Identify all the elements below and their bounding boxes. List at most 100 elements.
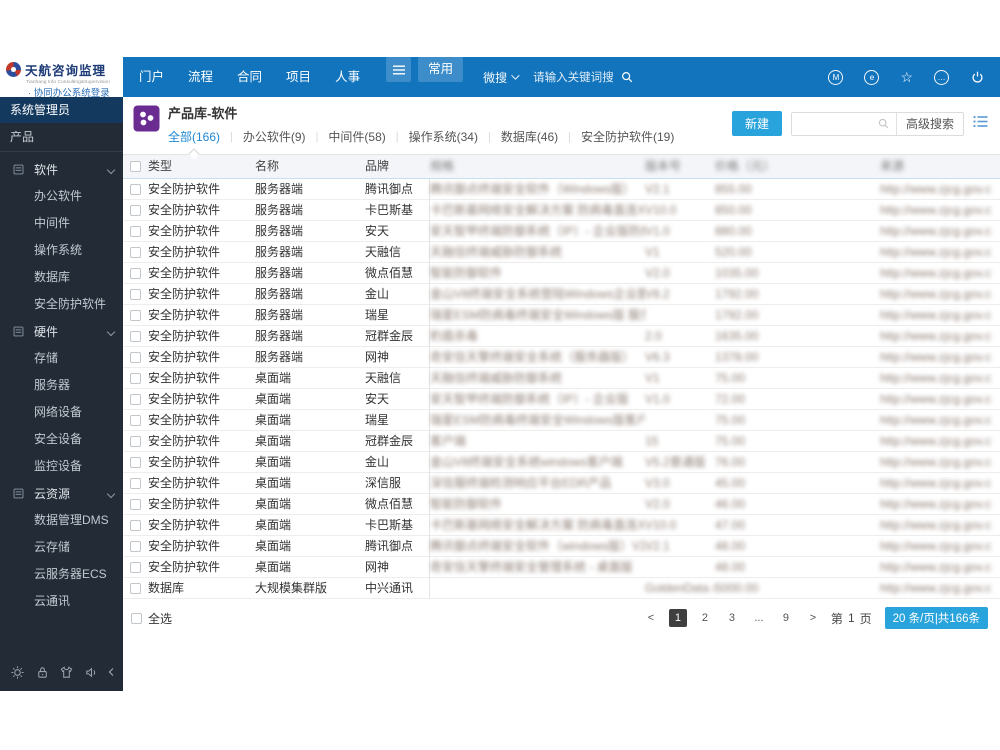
row-checkbox[interactable] <box>130 373 141 385</box>
new-button[interactable]: 新建 <box>731 111 782 136</box>
tab[interactable]: 安全防护软件(19) <box>581 128 674 145</box>
list-view-icon[interactable] <box>973 115 988 133</box>
table-row[interactable]: 安全防护软件 桌面端 瑞星 瑞星ESM防病毒终端安全Windows版客户端 75.00 h… <box>123 410 1000 431</box>
sidebar-item[interactable]: 网络设备 <box>0 399 123 426</box>
nav-item[interactable]: 流程 <box>176 57 225 97</box>
search-input[interactable]: 请输入关键词搜 <box>533 69 614 85</box>
select-column-checkbox[interactable] <box>130 161 141 173</box>
advanced-search-button[interactable]: 高级搜索 <box>895 112 963 135</box>
table-row[interactable]: 数据库 大规模集群版 中兴通讯 GoldenData s...5000.00 http:… <box>123 578 1000 599</box>
sidebar-item[interactable]: 操作系统 <box>0 237 123 264</box>
nav-item[interactable]: 人事 <box>323 57 372 97</box>
table-row[interactable]: 安全防护软件 桌面端 腾讯御点 腾讯御点终端安全软件（windows版）V2.1 V2.… <box>123 536 1000 557</box>
sidebar-group[interactable]: 硬件 <box>0 318 123 345</box>
table-row[interactable]: 安全防护软件 服务器端 腾讯御点 腾讯御点终端安全软件（Windows版） V2.1 85… <box>123 179 1000 200</box>
search-scope-dropdown[interactable]: 微搜 <box>483 69 520 86</box>
tab[interactable]: 办公软件(9) <box>243 128 306 145</box>
favorite-star-icon[interactable]: ☆ <box>900 69 913 85</box>
table-row[interactable]: 安全防护软件 桌面端 深信服 深信服终端检测响应平台EDR产品 V3.0 45.00 htt… <box>123 473 1000 494</box>
table-row[interactable]: 安全防护软件 桌面端 卡巴斯基卡巴斯基网络安全解决方案 防病毒直连XXL版（-KO.… <box>123 515 1000 536</box>
collapse-icon[interactable] <box>108 667 115 677</box>
table-row[interactable]: 安全防护软件 桌面端 金山 金山V8终端安全系统windows客户端 V5.2普通版 76… <box>123 452 1000 473</box>
tab[interactable]: 全部(166) <box>168 128 220 145</box>
sidebar-item[interactable]: 办公软件 <box>0 183 123 210</box>
row-checkbox[interactable] <box>130 457 141 469</box>
sidebar-group[interactable]: 软件 <box>0 156 123 183</box>
select-all-checkbox[interactable] <box>131 612 142 624</box>
sidebar-item[interactable]: 安全防护软件 <box>0 291 123 318</box>
cell: 微点佰慧 <box>365 494 430 515</box>
row-checkbox[interactable] <box>130 499 141 511</box>
table-row[interactable]: 安全防护软件 服务器端 安天 安天智甲终端防御系统（IP）- 企业版防病毒 V1.0 88… <box>123 221 1000 242</box>
theme-shirt-icon[interactable] <box>59 665 74 680</box>
nav-item[interactable]: 项目 <box>274 57 323 97</box>
sidebar-item[interactable]: 云通讯 <box>0 588 123 615</box>
e-badge-icon[interactable]: e <box>864 69 880 85</box>
nav-item[interactable]: 门户 <box>127 57 176 97</box>
row-checkbox[interactable] <box>130 310 141 322</box>
table-row[interactable]: 安全防护软件 服务器端 微点佰慧 智能防御软件 V2.0 1035.00 http://ww… <box>123 263 1000 284</box>
row-checkbox[interactable] <box>130 562 141 574</box>
page-jump-input[interactable]: 1 <box>848 611 855 625</box>
page-size-summary[interactable]: 20 条/页|共166条 <box>884 607 988 629</box>
table-row[interactable]: 安全防护软件 服务器端 冠群金辰 豹盾杀毒 2.0 1635.00 http://www.z… <box>123 326 1000 347</box>
more-icon[interactable]: … <box>934 69 949 85</box>
page-button[interactable]: 3 <box>723 609 741 627</box>
nav-menu-button[interactable] <box>386 57 412 82</box>
gear-icon[interactable] <box>10 665 25 680</box>
row-checkbox[interactable] <box>130 478 141 490</box>
table-row[interactable]: 安全防护软件 服务器端 卡巴斯基卡巴斯基网络安全解决方案 防病毒直连XXL版特...… <box>123 200 1000 221</box>
sidebar-item[interactable]: 存储 <box>0 345 123 372</box>
select-all[interactable]: 全选 <box>131 610 172 627</box>
table-row[interactable]: 安全防护软件 桌面端 冠群金辰 客户端 15 75.00 http://www.zjcg.g… <box>123 431 1000 452</box>
table-row[interactable]: 安全防护软件 服务器端 瑞星瑞星ESM防病毒终端安全Windows版 服务器版 179… <box>123 305 1000 326</box>
table-search-input[interactable] <box>792 113 896 135</box>
sidebar-group[interactable]: 云资源 <box>0 480 123 507</box>
row-checkbox[interactable] <box>130 331 141 343</box>
row-checkbox[interactable] <box>130 184 141 196</box>
sidebar-item[interactable]: 数据管理DMS <box>0 507 123 534</box>
table-row[interactable]: 安全防护软件 服务器端 网神 奇安信天擎终端安全系统（服务器版） V6.3 1378.00… <box>123 347 1000 368</box>
tab[interactable]: 中间件(58) <box>328 128 385 145</box>
lock-icon[interactable] <box>35 665 50 680</box>
sidebar-item[interactable]: 数据库 <box>0 264 123 291</box>
row-checkbox[interactable] <box>130 541 141 553</box>
search-icon[interactable] <box>620 70 634 84</box>
sidebar-item[interactable]: 安全设备 <box>0 426 123 453</box>
row-checkbox[interactable] <box>130 436 141 448</box>
row-checkbox[interactable] <box>130 226 141 238</box>
sidebar-item[interactable]: 监控设备 <box>0 453 123 480</box>
page-button[interactable]: 9 <box>777 609 795 627</box>
sidebar-item[interactable]: 云存储 <box>0 534 123 561</box>
sidebar-item[interactable]: 云服务器ECS <box>0 561 123 588</box>
row-checkbox[interactable] <box>130 520 141 532</box>
table-row[interactable]: 安全防护软件 桌面端 天融信 天融信终端威胁防御系统 V1 75.00 http://www… <box>123 368 1000 389</box>
page-button[interactable]: 2 <box>696 609 714 627</box>
row-checkbox[interactable] <box>130 415 141 427</box>
power-icon[interactable] <box>970 70 985 85</box>
row-checkbox[interactable] <box>130 583 141 595</box>
row-checkbox[interactable] <box>130 205 141 217</box>
next-page-button[interactable]: > <box>804 609 822 627</box>
row-checkbox[interactable] <box>130 352 141 364</box>
sound-icon[interactable] <box>84 665 99 680</box>
nav-item[interactable]: 合同 <box>225 57 274 97</box>
tab[interactable]: 操作系统(34) <box>409 128 478 145</box>
row-checkbox[interactable] <box>130 268 141 280</box>
page-button[interactable]: 1 <box>668 609 687 627</box>
row-checkbox[interactable] <box>130 289 141 301</box>
sidebar-item[interactable]: 中间件 <box>0 210 123 237</box>
table-row[interactable]: 安全防护软件 桌面端 安天 安天智甲终端防御系统（IP）- 企业版 V1.0 72.00 h… <box>123 389 1000 410</box>
row-checkbox[interactable] <box>130 394 141 406</box>
tab[interactable]: 数据库(46) <box>501 128 558 145</box>
nav-item-pinned[interactable]: 常用 <box>418 57 464 82</box>
sidebar-item[interactable]: 服务器 <box>0 372 123 399</box>
sidebar-section-product[interactable]: 产品 <box>0 123 123 152</box>
m-badge-icon[interactable]: M <box>828 69 844 85</box>
table-row[interactable]: 安全防护软件 桌面端 网神 奇安信天擎终端安全管理系统 - 桌面版 48.00 http:… <box>123 557 1000 578</box>
row-checkbox[interactable] <box>130 247 141 259</box>
table-row[interactable]: 安全防护软件 服务器端 金山金山V8终端安全系统登陆Windows企业服务器V8.2… <box>123 284 1000 305</box>
prev-page-button[interactable]: < <box>642 609 660 627</box>
table-row[interactable]: 安全防护软件 服务器端 天融信 天融信终端威胁防御系统 V1 520.00 http://w… <box>123 242 1000 263</box>
table-row[interactable]: 安全防护软件 桌面端 微点佰慧 智能防御软件 V2.0 46.00 http://www.z… <box>123 494 1000 515</box>
